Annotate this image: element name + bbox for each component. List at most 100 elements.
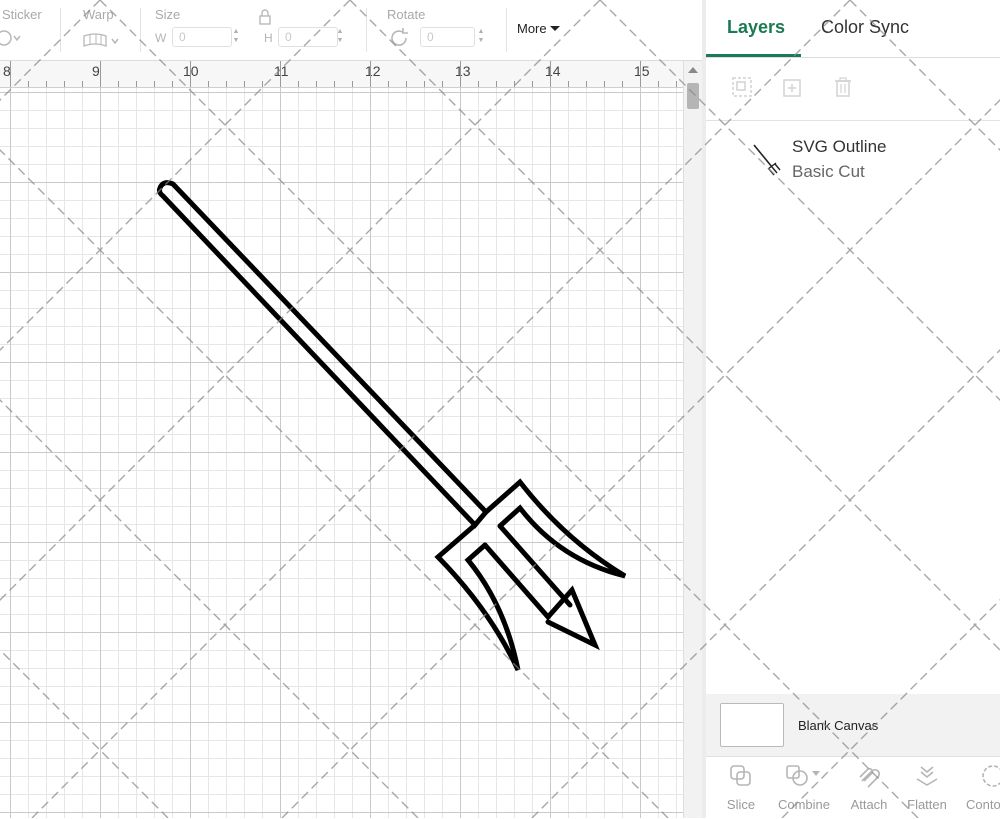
lock-icon[interactable] [258, 9, 272, 25]
ruler-number: 9 [92, 63, 100, 79]
slice-button[interactable]: Slice [720, 763, 762, 815]
ruler-tick [136, 81, 137, 87]
scroll-up-icon[interactable] [688, 67, 698, 73]
layer-actions-bar: Slice Combine Attach Flatten Conto [706, 756, 1000, 819]
scroll-thumb[interactable] [687, 83, 699, 109]
width-prefix: W [155, 31, 167, 45]
height-stepper[interactable]: ▲ ▼ [334, 27, 346, 47]
trident-outline[interactable] [0, 88, 683, 818]
duplicate-icon[interactable] [782, 76, 804, 98]
layer-item[interactable]: SVG Outline Basic Cut [706, 121, 1000, 191]
ruler-tick [550, 61, 551, 87]
width-input[interactable]: 0 [172, 27, 232, 47]
size-group: Size W 0 ▲ ▼ H 0 ▲ ▼ [150, 0, 360, 60]
ruler-tick [676, 81, 677, 87]
ruler-tick [514, 81, 515, 87]
ruler-tick [496, 81, 497, 87]
warp-group: Warp [80, 0, 140, 60]
ruler-tick [100, 61, 101, 87]
ruler-tick [10, 61, 11, 87]
ruler-tick [622, 81, 623, 87]
ruler-tick [568, 81, 569, 87]
toolbar-divider [506, 8, 507, 52]
ruler-tick [262, 81, 263, 87]
ruler-tick [658, 81, 659, 87]
sticker-group: Sticker [0, 0, 60, 60]
slice-icon [730, 765, 751, 786]
ruler-number: 13 [455, 63, 471, 79]
ruler-tick [388, 81, 389, 87]
size-label: Size [155, 7, 181, 22]
rotate-label: Rotate [387, 7, 426, 22]
combine-label: Combine [777, 797, 831, 812]
ruler-tick [640, 61, 641, 87]
height-prefix: H [264, 31, 273, 45]
ruler-tick [244, 81, 245, 87]
ruler-tick [172, 81, 173, 87]
ruler-tick [370, 61, 371, 87]
flatten-icon [916, 766, 938, 786]
rotate-input[interactable]: 0 [420, 27, 475, 47]
ruler-number: 12 [365, 63, 381, 79]
vertical-scrollbar[interactable] [683, 61, 702, 818]
attach-icon [859, 767, 881, 788]
slice-label: Slice [726, 797, 756, 812]
ruler-tick [334, 81, 335, 87]
layers-panel: Layers Color Sync SVG Outline Basic Cut … [706, 0, 1000, 818]
contour-label: Conto [966, 797, 1000, 812]
attach-button[interactable]: Attach [846, 763, 892, 815]
rotate-stepper[interactable]: ▲ ▼ [475, 27, 487, 47]
more-dropdown[interactable]: More [517, 21, 560, 36]
edit-toolbar: Sticker Warp Size W 0 ▲ ▼ H 0 ▲ ▼ Rotate… [0, 0, 702, 61]
ruler-tick [64, 81, 65, 87]
attach-label: Attach [850, 797, 888, 812]
panel-tabs: Layers Color Sync [706, 0, 1000, 58]
ruler-tick [28, 81, 29, 87]
flatten-label: Flatten [907, 797, 947, 812]
toolbar-divider [366, 8, 367, 52]
ruler-tick [190, 61, 191, 87]
flatten-button[interactable]: Flatten [904, 763, 950, 815]
ruler-number: 15 [634, 63, 650, 79]
caret-down-icon [549, 26, 560, 31]
toolbar-divider [60, 8, 61, 52]
blank-canvas-row[interactable]: Blank Canvas [706, 694, 1000, 756]
layer-name: SVG Outline [792, 137, 887, 156]
group-icon[interactable] [731, 76, 753, 98]
layer-operation: Basic Cut [792, 162, 865, 181]
ruler-tick [460, 61, 461, 87]
ruler-number: 11 [274, 63, 289, 79]
ruler-tick [154, 81, 155, 87]
blank-canvas-label: Blank Canvas [798, 718, 879, 733]
rotate-group: Rotate 0 ▲ ▼ [380, 0, 500, 60]
warp-icon[interactable] [82, 32, 122, 50]
ruler-tick [478, 81, 479, 87]
blank-canvas-swatch[interactable] [720, 703, 784, 747]
toolbar-divider [140, 8, 141, 52]
sticker-label: Sticker [2, 7, 42, 22]
design-canvas[interactable] [0, 88, 683, 818]
ruler-tick [406, 81, 407, 87]
tab-layers[interactable]: Layers [727, 17, 785, 38]
ruler-number: 14 [545, 63, 561, 79]
height-input[interactable]: 0 [278, 27, 338, 47]
ruler-tick [424, 81, 425, 87]
combine-button[interactable]: Combine [772, 763, 836, 815]
delete-icon[interactable] [832, 76, 854, 98]
ruler-tick [208, 81, 209, 87]
ruler-tick [316, 81, 317, 87]
rotate-icon[interactable] [388, 27, 410, 49]
warp-label: Warp [83, 7, 114, 22]
more-label: More [517, 21, 547, 36]
ruler-tick [46, 81, 47, 87]
ruler-tick [604, 81, 605, 87]
ruler-tick [280, 61, 281, 87]
tab-color-sync[interactable]: Color Sync [821, 17, 909, 38]
width-stepper[interactable]: ▲ ▼ [230, 27, 242, 47]
sticker-icon[interactable] [0, 28, 22, 48]
ruler-tick [442, 81, 443, 87]
contour-button[interactable]: Conto [964, 763, 1000, 815]
ruler-tick [586, 81, 587, 87]
ruler-tick [352, 81, 353, 87]
ruler-tick [82, 81, 83, 87]
